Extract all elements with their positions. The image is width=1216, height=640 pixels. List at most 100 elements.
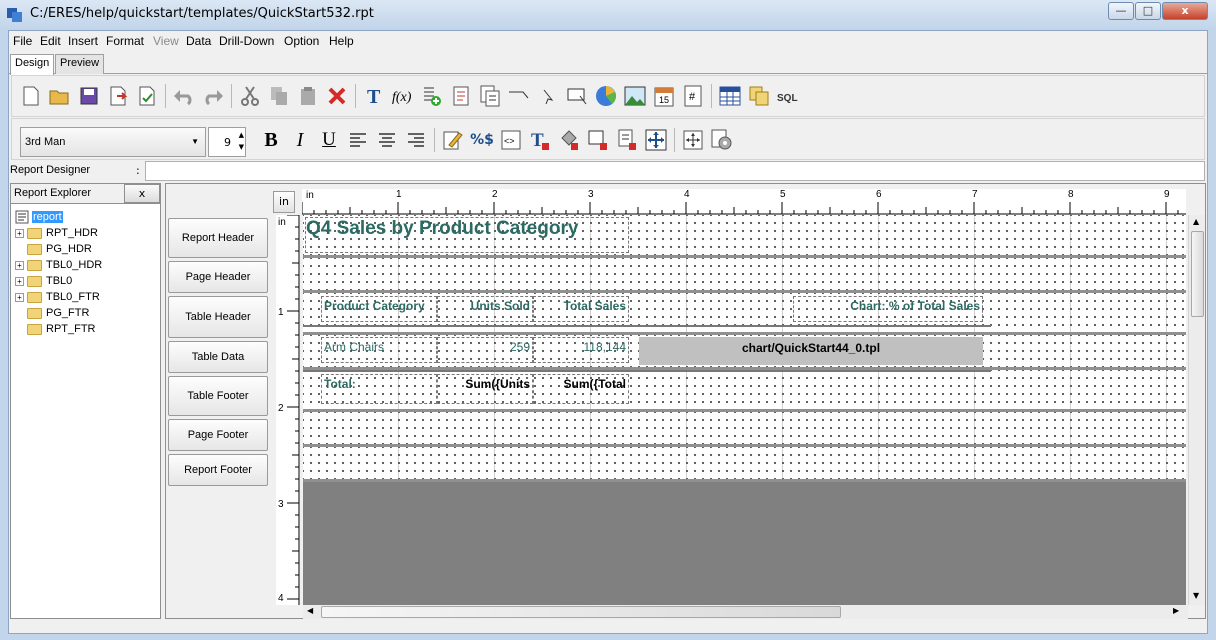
band-page-header[interactable] (303, 258, 1186, 290)
footer-total-label[interactable]: Total: (321, 374, 437, 404)
paste-icon[interactable] (297, 85, 319, 107)
scroll-up-icon[interactable]: ▲ (1193, 217, 1199, 226)
date-icon[interactable]: 15 (653, 85, 675, 107)
menu-edit[interactable]: Edit (40, 34, 61, 48)
band-report-footer[interactable] (303, 447, 1186, 479)
font-size-spinner[interactable]: 9 ▲ ▼ (208, 127, 246, 157)
menu-format[interactable]: Format (106, 34, 144, 48)
fill-color-icon[interactable] (558, 129, 580, 151)
data-product-category[interactable]: Arm Chairs (321, 337, 437, 363)
band-table-footer[interactable]: Total: Sum({Units Sum({Total (303, 370, 1186, 409)
vertical-scroll-thumb[interactable] (1191, 231, 1204, 317)
delete-icon[interactable] (326, 85, 348, 107)
footer-sum-units[interactable]: Sum({Units (437, 374, 533, 404)
save-icon[interactable] (78, 85, 100, 107)
footer-sum-sales[interactable]: Sum({Total (533, 374, 629, 404)
align-right-icon[interactable] (405, 129, 427, 151)
formula-icon[interactable]: f(x) (392, 85, 414, 107)
move-icon[interactable] (645, 129, 667, 151)
border-color-icon[interactable] (587, 129, 609, 151)
tree-item-rpt-hdr[interactable]: + RPT_HDR (15, 225, 98, 241)
table-icon[interactable] (719, 85, 741, 107)
align-center-icon[interactable] (376, 129, 398, 151)
tree-item-tbl0[interactable]: + TBL0 (15, 273, 72, 289)
maximize-button[interactable]: □ (1135, 2, 1161, 20)
tree-item-pg-ftr[interactable]: PG_FTR (27, 305, 89, 321)
undo-icon[interactable] (173, 85, 195, 107)
band-button-table-footer[interactable]: Table Footer (168, 376, 268, 416)
edit-properties-icon[interactable] (442, 129, 464, 151)
pointer-icon[interactable] (537, 85, 559, 107)
designer-field[interactable] (145, 161, 1205, 181)
bold-icon[interactable]: B (260, 129, 282, 151)
band-button-table-header[interactable]: Table Header (168, 296, 268, 338)
expand-icon[interactable]: + (15, 292, 24, 302)
menu-help[interactable]: Help (329, 34, 354, 48)
report-icon[interactable] (450, 85, 472, 107)
redo-icon[interactable] (202, 85, 224, 107)
tree-item-tbl0-hdr[interactable]: + TBL0_HDR (15, 257, 102, 273)
report-canvas[interactable]: Q4 Sales by Product Category Product Cat… (303, 215, 1186, 605)
chart-placeholder[interactable]: chart/QuickStart44_0.tpl (639, 337, 983, 365)
title-bar[interactable]: C:/ERES/help/quickstart/templates/QuickS… (0, 0, 1216, 30)
subreport-icon[interactable] (479, 85, 501, 107)
header-units-sold[interactable]: Units Sold (437, 296, 533, 322)
close-button[interactable]: x (1162, 2, 1208, 20)
report-title[interactable]: Q4 Sales by Product Category (305, 217, 629, 253)
band-table-data[interactable]: Arm Chairs 259 118,144 chart/QuickStart4… (303, 335, 1186, 367)
vertical-scrollbar[interactable]: ▲ ▼ (1188, 215, 1205, 605)
page-number-icon[interactable]: # (682, 85, 704, 107)
underline-icon[interactable]: U (318, 129, 340, 151)
band-button-page-header[interactable]: Page Header (168, 261, 268, 293)
text-icon[interactable]: T (363, 85, 385, 107)
rectangle-icon[interactable] (566, 85, 588, 107)
image-icon[interactable] (624, 85, 646, 107)
sql-icon[interactable]: SQL (777, 85, 799, 107)
band-button-report-footer[interactable]: Report Footer (168, 454, 268, 486)
tree-item-rpt-ftr[interactable]: RPT_FTR (27, 321, 96, 337)
settings-icon[interactable] (711, 129, 733, 151)
header-total-sales[interactable]: Total Sales (533, 296, 629, 322)
unit-toggle-button[interactable]: in (273, 191, 295, 213)
line-icon[interactable] (508, 85, 530, 107)
menu-data[interactable]: Data (186, 34, 211, 48)
resize-icon[interactable] (682, 129, 704, 151)
scroll-right-icon[interactable]: ▶ (1173, 606, 1179, 615)
expand-icon[interactable]: + (15, 228, 24, 238)
datasource-icon[interactable] (748, 85, 770, 107)
tree-item-pg-hdr[interactable]: PG_HDR (27, 241, 92, 257)
cut-icon[interactable] (239, 85, 261, 107)
header-product-category[interactable]: Product Category (321, 296, 437, 322)
spinner-arrows-icon[interactable]: ▲ ▼ (239, 129, 244, 153)
new-file-icon[interactable] (20, 85, 42, 107)
tree-item-tbl0-ftr[interactable]: + TBL0_FTR (15, 289, 100, 305)
band-separator[interactable] (303, 479, 1186, 482)
band-report-header[interactable]: Q4 Sales by Product Category (303, 215, 1186, 255)
number-format-icon[interactable]: %$ (470, 129, 494, 151)
open-folder-icon[interactable] (49, 85, 71, 107)
tree-root[interactable]: report (15, 209, 63, 225)
text-color-icon[interactable]: T (529, 129, 551, 151)
export-icon[interactable] (107, 85, 129, 107)
band-table-header[interactable]: Product Category Units Sold Total Sales … (303, 293, 1186, 332)
expand-icon[interactable]: + (15, 260, 24, 270)
italic-icon[interactable]: I (289, 129, 311, 151)
background-color-icon[interactable] (616, 129, 638, 151)
minimize-button[interactable]: — (1108, 2, 1134, 20)
scroll-left-icon[interactable]: ◀ (307, 606, 313, 615)
explorer-close-button[interactable]: x (124, 184, 160, 203)
menu-insert[interactable]: Insert (68, 34, 98, 48)
menu-file[interactable]: File (13, 34, 32, 48)
menu-view[interactable]: View (153, 34, 179, 48)
chart-icon[interactable] (595, 85, 617, 107)
expand-icon[interactable]: + (15, 276, 24, 286)
scroll-down-icon[interactable]: ▼ (1193, 591, 1199, 600)
data-units-sold[interactable]: 259 (437, 337, 533, 363)
menu-option[interactable]: Option (284, 34, 319, 48)
band-page-footer[interactable] (303, 412, 1186, 444)
menu-drill-down[interactable]: Drill-Down (219, 34, 274, 48)
html-icon[interactable]: <> (500, 129, 522, 151)
band-button-report-header[interactable]: Report Header (168, 218, 268, 258)
publish-icon[interactable] (136, 85, 158, 107)
data-total-sales[interactable]: 118,144 (533, 337, 629, 363)
